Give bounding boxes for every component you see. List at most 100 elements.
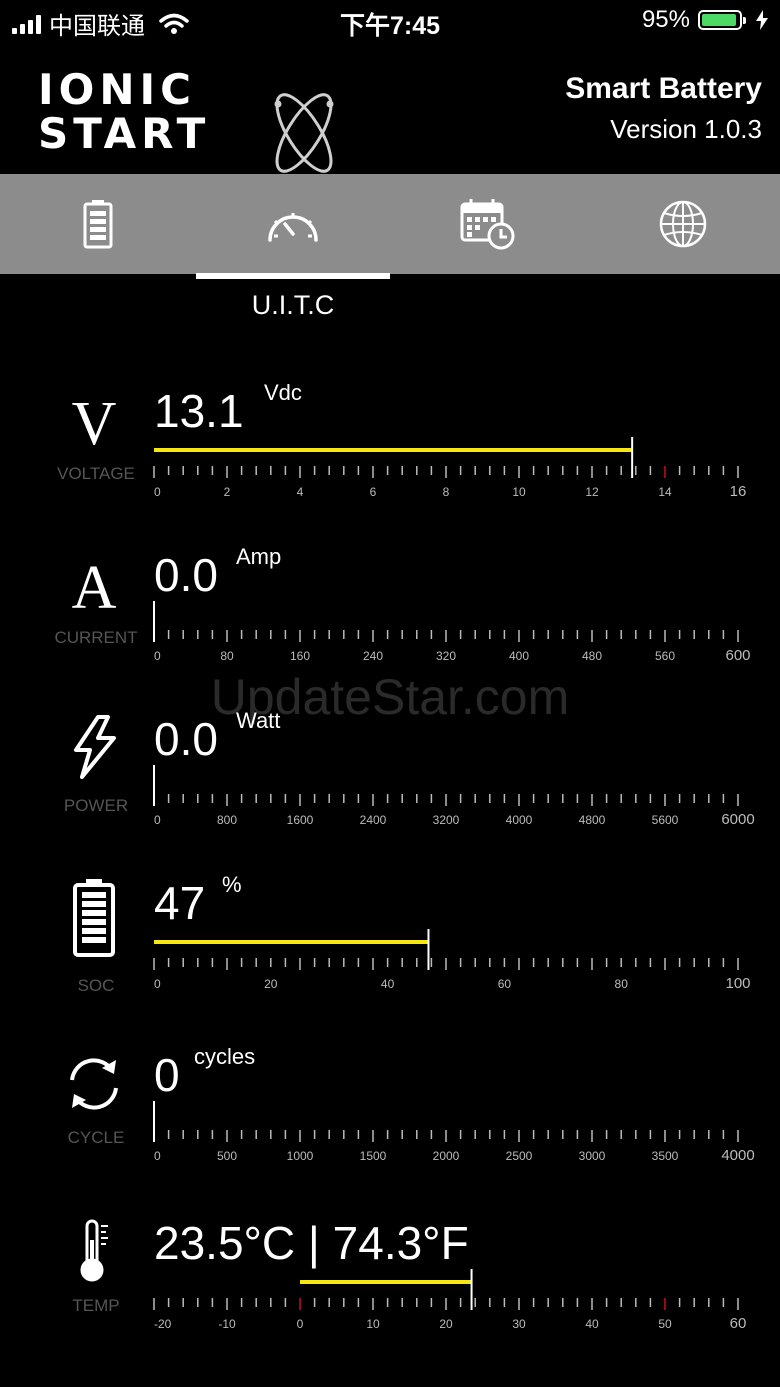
temp-caption: TEMP <box>72 1296 120 1315</box>
charging-bolt-icon <box>756 10 768 30</box>
scale-label: 10 <box>512 485 526 498</box>
app-version: Version 1.0.3 <box>610 114 762 144</box>
scale-label: 0 <box>154 1149 161 1162</box>
tab-dashboard[interactable] <box>195 174 390 274</box>
soc-caption: SOC <box>77 976 115 995</box>
cycle-unit: cycles <box>194 1044 256 1069</box>
scale-label: 500 <box>217 1149 237 1162</box>
scale-label: 2500 <box>506 1149 533 1162</box>
scale-label: 800 <box>217 813 237 826</box>
current-caption: CURRENT <box>54 628 138 647</box>
tab-battery[interactable] <box>0 174 195 274</box>
lightning-bolt-icon <box>52 714 136 785</box>
scale-label: 2400 <box>360 813 387 826</box>
app-name: Smart Battery <box>565 72 762 105</box>
atom-logo-icon <box>274 93 334 173</box>
scale-label: 8 <box>443 485 450 498</box>
scale-label: 20 <box>264 977 278 990</box>
scale-label: 1000 <box>287 1149 314 1162</box>
active-tab-indicator <box>196 273 390 279</box>
cycle-caption: CYCLE <box>67 1128 125 1147</box>
thermometer-icon <box>52 1218 136 1289</box>
scale-label: 240 <box>363 649 383 662</box>
scale-label: 4000 <box>721 1147 754 1162</box>
temp-value: 23.5°C | 74.3°F <box>154 1217 469 1269</box>
scale-label: 6000 <box>721 811 754 826</box>
scale-label: 100 <box>725 975 750 990</box>
status-battery-icon <box>698 10 746 30</box>
soc-scale: 0 20 40 60 80 100 <box>153 929 751 990</box>
logo-text-line2: START <box>38 109 211 158</box>
voltage-symbol-icon: V <box>71 390 117 458</box>
cycle-scale: 0 500 1000 1500 2000 2500 3000 3500 4000 <box>153 1101 755 1162</box>
scale-label: 5600 <box>652 813 679 826</box>
power-unit: Watt <box>236 708 281 733</box>
battery-percent: 95% <box>641 6 690 33</box>
temp-scale: -20 -10 0 10 20 30 40 50 60 <box>153 1269 747 1330</box>
scale-label: 160 <box>290 649 310 662</box>
scale-label: 40 <box>381 977 395 990</box>
scale-label: 560 <box>655 649 675 662</box>
power-scale: 0 800 1600 2400 3200 4000 4800 5600 6000 <box>153 765 755 826</box>
scale-label: 3000 <box>579 1149 606 1162</box>
scale-label: 6 <box>370 485 377 498</box>
voltage-unit: Vdc <box>264 380 302 405</box>
scale-label: 14 <box>658 485 672 498</box>
scale-label: 80 <box>615 977 629 990</box>
power-caption: POWER <box>63 796 129 815</box>
battery-icon <box>83 200 112 249</box>
current-unit: Amp <box>236 544 282 569</box>
scale-label: -10 <box>218 1317 236 1330</box>
scale-label: 3500 <box>652 1149 679 1162</box>
scale-label: -20 <box>154 1317 172 1330</box>
app-info: Smart Battery Version 1.0.3 <box>565 72 762 145</box>
current-scale: 0 80 160 240 320 400 480 560 600 <box>153 601 751 662</box>
scale-label: 1600 <box>287 813 314 826</box>
scale-label: 20 <box>439 1317 453 1330</box>
voltage-caption: VOLTAGE <box>57 464 135 483</box>
scale-label: 3200 <box>433 813 460 826</box>
scale-label: 0 <box>297 1317 304 1330</box>
logo-text-line1: IONIC <box>38 65 196 114</box>
soc-unit: % <box>222 872 242 897</box>
scale-label: 2 <box>224 485 231 498</box>
scale-label: 50 <box>658 1317 672 1330</box>
voltage-scale: 0 2 4 6 8 10 12 14 16 <box>153 437 747 498</box>
scale-label: 16 <box>730 483 747 498</box>
speedometer-icon <box>267 213 318 242</box>
tab-bar <box>0 174 780 274</box>
scale-label: 1500 <box>360 1149 387 1162</box>
cycle-value: 0 <box>154 1049 180 1101</box>
current-symbol-icon: A <box>71 554 117 622</box>
scale-label: 10 <box>366 1317 380 1330</box>
scale-label: 4800 <box>579 813 606 826</box>
scale-label: 60 <box>730 1315 747 1330</box>
scale-label: 12 <box>585 485 599 498</box>
scale-label: 600 <box>725 647 750 662</box>
soc-value: 47 <box>154 877 206 929</box>
scale-label: 40 <box>585 1317 599 1330</box>
scale-label: 80 <box>220 649 234 662</box>
scale-label: 480 <box>582 649 602 662</box>
tab-globe[interactable] <box>585 174 780 274</box>
tab-schedule[interactable] <box>390 174 585 274</box>
current-value: 0.0 <box>154 549 218 601</box>
scale-label: 0 <box>154 977 161 990</box>
status-bar: 中国联通 下午7:45 95% <box>0 0 780 44</box>
scale-label: 0 <box>154 813 161 826</box>
scale-label: 0 <box>154 649 161 662</box>
scale-label: 2000 <box>433 1149 460 1162</box>
active-tab-label: U.I.T.C <box>251 290 335 320</box>
scale-label: 320 <box>436 649 456 662</box>
globe-icon <box>659 200 706 248</box>
calendar-clock-icon <box>460 199 514 250</box>
scale-label: 0 <box>154 485 161 498</box>
scale-label: 60 <box>498 977 512 990</box>
scale-label: 400 <box>509 649 529 662</box>
scale-label: 4 <box>297 485 304 498</box>
scale-label: 30 <box>512 1317 526 1330</box>
battery-level-icon <box>52 878 136 963</box>
app-header: IONIC START Smart Battery Version 1.0.3 <box>0 44 780 174</box>
scale-label: 4000 <box>506 813 533 826</box>
brand-logo: IONIC START <box>38 65 334 173</box>
